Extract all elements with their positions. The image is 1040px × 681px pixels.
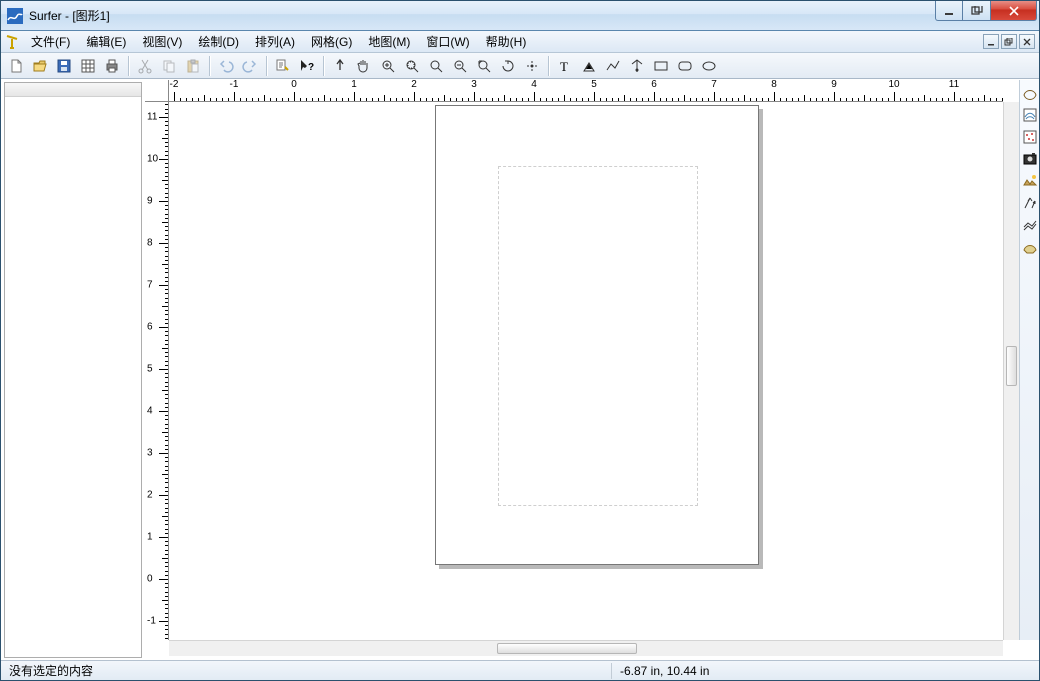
open-button[interactable] xyxy=(29,55,51,77)
polyline-tool-button[interactable] xyxy=(602,55,624,77)
page-margin-frame xyxy=(498,166,698,506)
window-close-button[interactable] xyxy=(991,1,1037,21)
zoom-fit-button[interactable] xyxy=(401,55,423,77)
surface-icon[interactable] xyxy=(1021,238,1039,256)
save-button[interactable] xyxy=(53,55,75,77)
menu-grid[interactable]: 网格(G) xyxy=(303,31,360,52)
canvas-viewport[interactable] xyxy=(169,102,1003,640)
vertical-scrollbar-thumb[interactable] xyxy=(1006,346,1017,386)
toolbar: ? T xyxy=(1,53,1039,79)
app-window: Surfer - [图形1] 文件(F) 编辑(E) 视图(V) 绘制(D) 排… xyxy=(0,0,1040,681)
workspace: -2-10123456789101112131415 -2-1012345678… xyxy=(1,79,1039,660)
menu-arrange[interactable]: 排列(A) xyxy=(247,31,303,52)
undo-button[interactable] xyxy=(215,55,237,77)
menu-draw-label: 绘制(D) xyxy=(198,33,239,50)
ruler-corner[interactable] xyxy=(145,80,169,102)
window-title: Surfer - [图形1] xyxy=(29,7,110,24)
redo-button[interactable] xyxy=(239,55,261,77)
image-map-icon[interactable] xyxy=(1021,150,1039,168)
contour-map-icon[interactable] xyxy=(1021,106,1039,124)
new-button[interactable] xyxy=(5,55,27,77)
menu-file[interactable]: 文件(F) xyxy=(23,31,78,52)
vector-map-icon[interactable] xyxy=(1021,194,1039,212)
menu-view-label: 视图(V) xyxy=(142,33,182,50)
object-manager-panel[interactable] xyxy=(4,82,142,658)
menu-window[interactable]: 窗口(W) xyxy=(418,31,477,52)
horizontal-scrollbar[interactable] xyxy=(169,640,1003,656)
toolbar-separator xyxy=(128,56,129,76)
horizontal-scrollbar-thumb[interactable] xyxy=(497,643,637,654)
vertical-scrollbar[interactable] xyxy=(1003,102,1019,640)
zoom-in-button[interactable] xyxy=(377,55,399,77)
system-menu-icon[interactable] xyxy=(1,31,23,52)
pan-tool-button[interactable] xyxy=(353,55,375,77)
wireframe-icon[interactable] xyxy=(1021,216,1039,234)
menu-help[interactable]: 帮助(H) xyxy=(478,31,535,52)
toolbar-separator xyxy=(548,56,549,76)
toolbar-separator xyxy=(209,56,210,76)
roundrect-tool-button[interactable] xyxy=(674,55,696,77)
menu-map[interactable]: 地图(M) xyxy=(360,31,418,52)
freeform-tool-icon[interactable] xyxy=(1021,84,1039,102)
fill-tool-button[interactable] xyxy=(578,55,600,77)
zoom-actual-button[interactable] xyxy=(425,55,447,77)
menu-help-label: 帮助(H) xyxy=(486,33,527,50)
pointer-tool-button[interactable] xyxy=(329,55,351,77)
drawing-area: -2-10123456789101112131415 -2-1012345678… xyxy=(145,80,1039,660)
titlebar[interactable]: Surfer - [图形1] xyxy=(1,1,1039,31)
copy-button[interactable] xyxy=(158,55,180,77)
toolbar-separator xyxy=(323,56,324,76)
zoom-window-button[interactable] xyxy=(473,55,495,77)
post-map-icon[interactable] xyxy=(1021,128,1039,146)
app-icon xyxy=(7,8,23,24)
cut-button[interactable] xyxy=(134,55,156,77)
menu-grid-label: 网格(G) xyxy=(311,33,352,50)
menu-edit-label: 编辑(E) xyxy=(86,33,126,50)
ellipse-tool-button[interactable] xyxy=(698,55,720,77)
rect-tool-button[interactable] xyxy=(650,55,672,77)
shaded-relief-icon[interactable] xyxy=(1021,172,1039,190)
menu-file-label: 文件(F) xyxy=(31,33,70,50)
window-maximize-button[interactable] xyxy=(963,1,991,21)
zoom-out-button[interactable] xyxy=(449,55,471,77)
horizontal-ruler[interactable]: -2-10123456789101112131415 xyxy=(169,80,1003,102)
vertical-ruler[interactable]: -2-10123456789101112 xyxy=(145,102,169,640)
object-manager-body[interactable] xyxy=(5,97,141,657)
grid-button[interactable] xyxy=(77,55,99,77)
window-minimize-button[interactable] xyxy=(935,1,963,21)
menu-window-label: 窗口(W) xyxy=(426,33,469,50)
menu-map-label: 地图(M) xyxy=(368,33,410,50)
mdi-close-button[interactable] xyxy=(1019,34,1035,49)
print-button[interactable] xyxy=(101,55,123,77)
svg-text:?: ? xyxy=(308,62,314,73)
info-tool-button[interactable] xyxy=(272,55,294,77)
menubar: 文件(F) 编辑(E) 视图(V) 绘制(D) 排列(A) 网格(G) 地图(M… xyxy=(1,31,1039,53)
status-selection-text: 没有选定的内容 xyxy=(9,662,93,679)
svg-text:T: T xyxy=(560,59,568,74)
status-position-text: -6.87 in, 10.44 in xyxy=(620,664,709,678)
status-position: -6.87 in, 10.44 in xyxy=(612,661,717,680)
menu-arrange-label: 排列(A) xyxy=(255,33,295,50)
statusbar: 没有选定的内容 -6.87 in, 10.44 in xyxy=(1,660,1039,680)
mdi-restore-button[interactable] xyxy=(1001,34,1017,49)
menu-edit[interactable]: 编辑(E) xyxy=(78,31,134,52)
page[interactable] xyxy=(435,105,759,565)
mdi-minimize-button[interactable] xyxy=(983,34,999,49)
point-tool-button[interactable] xyxy=(626,55,648,77)
text-tool-button[interactable]: T xyxy=(554,55,576,77)
paste-button[interactable] xyxy=(182,55,204,77)
context-help-button[interactable]: ? xyxy=(296,55,318,77)
rotate-button[interactable] xyxy=(497,55,519,77)
status-selection: 没有选定的内容 xyxy=(1,661,611,680)
object-manager-header[interactable] xyxy=(5,83,141,97)
center-button[interactable] xyxy=(521,55,543,77)
menu-draw[interactable]: 绘制(D) xyxy=(190,31,247,52)
toolbar-separator xyxy=(266,56,267,76)
menu-view[interactable]: 视图(V) xyxy=(134,31,190,52)
map-tool-panel xyxy=(1019,80,1039,640)
